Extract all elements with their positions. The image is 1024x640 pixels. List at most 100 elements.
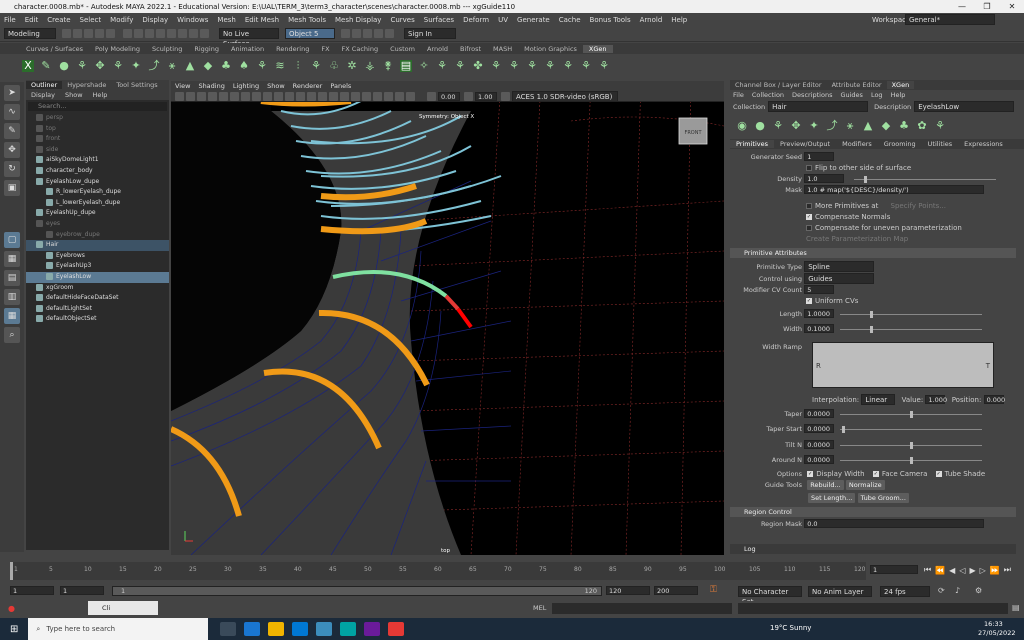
play-back-icon[interactable]: ◁ bbox=[959, 566, 965, 575]
create-description-icon[interactable]: ◉ bbox=[736, 120, 748, 132]
rebuild-button[interactable]: Rebuild... bbox=[807, 480, 844, 490]
playhead[interactable] bbox=[10, 562, 13, 580]
timeline-track[interactable]: 1 5 10 15 20 25 30 35 40 45 50 55 60 65 70 75 80 85 90 95 10… bbox=[10, 562, 866, 580]
right-panel-tab[interactable]: Channel Box / Layer Editor bbox=[730, 81, 827, 89]
menu-item[interactable]: Windows bbox=[177, 16, 208, 24]
snap-point-icon[interactable] bbox=[178, 29, 187, 38]
compensate-normals-checkbox[interactable]: ✓ bbox=[806, 214, 812, 220]
shelf-tab[interactable]: Curves / Surfaces bbox=[20, 45, 89, 53]
fps-select[interactable]: 24 fps bbox=[880, 586, 930, 597]
xgen-editor-icon[interactable]: X bbox=[22, 60, 34, 72]
select-hierarchy-icon[interactable] bbox=[123, 29, 132, 38]
mode-select[interactable]: Modeling bbox=[4, 28, 56, 39]
viewport-menu-item[interactable]: Renderer bbox=[289, 82, 327, 90]
position-field[interactable]: 0.000 bbox=[983, 395, 1005, 404]
outliner-row[interactable]: xgGroom bbox=[26, 283, 169, 294]
outliner-row[interactable]: EyelashLow bbox=[26, 271, 169, 283]
groom-brush-icon[interactable]: ◆ bbox=[202, 60, 214, 72]
xgen-menu-item[interactable]: Log bbox=[871, 91, 883, 99]
select-tool-icon[interactable]: ➤ bbox=[4, 85, 20, 101]
mask-field[interactable]: 1.0 # map('${DESC}/density/') bbox=[804, 185, 985, 194]
gamma-icon[interactable] bbox=[464, 91, 473, 101]
rotate-tool-icon[interactable]: ↻ bbox=[4, 161, 20, 177]
shelf-tab[interactable]: Sculpting bbox=[146, 45, 188, 53]
groom-icon[interactable]: ● bbox=[754, 120, 766, 132]
xgen-layout-icon[interactable]: ▦ bbox=[4, 308, 20, 324]
undo-icon[interactable] bbox=[95, 29, 104, 38]
cache-export-icon[interactable]: ▤ bbox=[400, 60, 412, 72]
smooth-shade-icon[interactable] bbox=[296, 91, 305, 101]
command-input[interactable] bbox=[552, 603, 732, 614]
width-slider[interactable] bbox=[840, 326, 982, 333]
layout-icon[interactable]: ▤ bbox=[4, 270, 20, 286]
exposure-icon[interactable] bbox=[427, 91, 436, 101]
xgen-subtab[interactable]: Grooming bbox=[878, 140, 922, 148]
menu-item[interactable]: Edit bbox=[25, 16, 39, 24]
outliner-row[interactable]: eyebrow_dupe bbox=[26, 230, 169, 241]
compensate-uneven-checkbox[interactable] bbox=[806, 225, 812, 231]
snap-grid-icon[interactable] bbox=[156, 29, 165, 38]
clock-time[interactable]: 16:33 bbox=[984, 620, 1003, 628]
viewport-menu-item[interactable]: View bbox=[171, 82, 194, 90]
file-explorer-icon[interactable] bbox=[268, 622, 285, 636]
auto-key-icon[interactable]: ⚿ bbox=[710, 585, 717, 595]
ao-icon[interactable] bbox=[340, 91, 349, 101]
region-mask-field[interactable]: 0.0 bbox=[804, 519, 985, 528]
xgen-subtab[interactable]: Modifiers bbox=[836, 140, 878, 148]
select-object-icon[interactable] bbox=[134, 29, 143, 38]
play-icon[interactable]: ▶ bbox=[969, 566, 975, 575]
xgen-menu-item[interactable]: Descriptions bbox=[792, 91, 832, 99]
interpolation-select[interactable]: Linear bbox=[861, 394, 896, 405]
outliner-row[interactable]: defaultLightSet bbox=[26, 304, 169, 315]
outliner-row[interactable]: EyelashLow_dupe bbox=[26, 177, 169, 188]
face-camera-checkbox[interactable]: ✓ bbox=[872, 471, 879, 477]
grid-toggle-icon[interactable] bbox=[219, 91, 228, 101]
safe-action-icon[interactable] bbox=[274, 91, 283, 101]
edge-icon[interactable] bbox=[244, 622, 261, 636]
viewport-menu-item[interactable]: Lighting bbox=[229, 82, 263, 90]
menu-item[interactable]: Arnold bbox=[640, 16, 663, 24]
menu-item[interactable]: Help bbox=[671, 16, 687, 24]
guide-select-icon[interactable]: ✥ bbox=[94, 60, 106, 72]
sign-in-button[interactable]: Sign In bbox=[404, 28, 456, 39]
viewport[interactable]: FRONT Symmetry: Object X top bbox=[171, 81, 724, 555]
step-forward-icon[interactable]: ▷ bbox=[980, 566, 986, 575]
end-frame-field[interactable]: 200 bbox=[654, 586, 698, 595]
camera-attr-icon[interactable] bbox=[186, 91, 195, 101]
xgen-subtab[interactable]: Preview/Output bbox=[774, 140, 836, 148]
create-description-icon[interactable]: ✎ bbox=[40, 60, 52, 72]
textured-icon[interactable] bbox=[307, 91, 316, 101]
shelf-tab[interactable]: Rigging bbox=[188, 45, 225, 53]
shelf-tab[interactable]: FX bbox=[315, 45, 335, 53]
loop-icon[interactable]: ⟳ bbox=[938, 586, 945, 595]
select-guide-icon[interactable]: ✥ bbox=[790, 120, 802, 132]
more-primitives-checkbox[interactable] bbox=[806, 203, 812, 209]
wireframe-icon[interactable] bbox=[285, 91, 294, 101]
outliner-tab[interactable]: Hypershade bbox=[62, 81, 111, 89]
guide-rotate-icon[interactable]: ⚘ bbox=[508, 60, 520, 72]
shelf-tab[interactable]: Rendering bbox=[270, 45, 315, 53]
xgen-subtab[interactable]: Primitives bbox=[730, 140, 775, 148]
outliner-row[interactable]: defaultObjectSet bbox=[26, 314, 169, 325]
taper-start-field[interactable]: 0.0000 bbox=[804, 424, 835, 433]
guide-tilt-icon[interactable]: ⚘ bbox=[526, 60, 538, 72]
outliner-row[interactable]: defaultHideFaceDataSet bbox=[26, 293, 169, 304]
taper-slider[interactable] bbox=[840, 411, 982, 418]
density-slider[interactable] bbox=[854, 176, 996, 183]
shelf-tab[interactable]: FX Caching bbox=[336, 45, 385, 53]
prefs-icon[interactable]: ⚙ bbox=[975, 586, 982, 595]
guide-bend-icon[interactable]: ⤴ bbox=[148, 60, 160, 72]
add-guide-icon[interactable]: ⚘ bbox=[772, 120, 784, 132]
menu-item[interactable]: Deform bbox=[463, 16, 489, 24]
generator-seed-field[interactable]: 1 bbox=[804, 152, 835, 161]
groom-clump-icon[interactable]: ♠ bbox=[238, 60, 250, 72]
script-editor-icon[interactable]: ▤ bbox=[1012, 603, 1020, 612]
guide-length-icon[interactable]: ⤴ bbox=[826, 120, 838, 132]
current-frame-field[interactable]: 1 bbox=[870, 565, 918, 574]
scale-tool-icon[interactable]: ▣ bbox=[4, 180, 20, 196]
clear-preview-icon[interactable]: ⚘ bbox=[934, 120, 946, 132]
outliner-tab[interactable]: Tool Settings bbox=[111, 81, 162, 89]
guide-flatten-icon[interactable]: ⚘ bbox=[562, 60, 574, 72]
guide-tool-icon[interactable]: ⚘ bbox=[112, 60, 124, 72]
groom-attract-icon[interactable]: ⚶ bbox=[364, 60, 376, 72]
